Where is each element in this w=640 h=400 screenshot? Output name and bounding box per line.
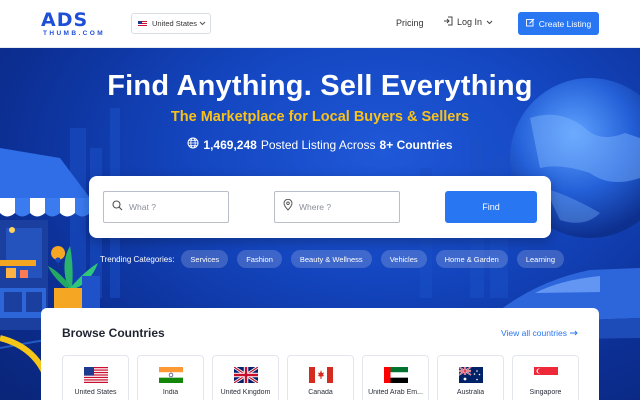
india-flag-icon	[158, 367, 183, 383]
country-card-canada[interactable]: Canada	[287, 355, 354, 400]
where-input[interactable]	[299, 202, 389, 212]
pricing-link[interactable]: Pricing	[396, 18, 424, 28]
login-label: Log In	[457, 17, 483, 27]
create-listing-label: Create Listing	[538, 18, 592, 29]
site-logo[interactable]: ADS THUMB.COM	[41, 9, 119, 38]
hero-subtitle: The Marketplace for Local Buyers & Selle…	[170, 109, 470, 125]
what-input[interactable]	[129, 202, 219, 212]
country-card-india[interactable]: India	[137, 355, 204, 400]
globe-icon	[187, 137, 199, 152]
trending-categories: Trending Categories: Services Fashion Be…	[100, 250, 573, 268]
view-all-label: View all countries	[501, 328, 567, 338]
country-name: Singapore	[529, 389, 562, 396]
trending-label: Trending Categories:	[100, 254, 175, 264]
logo-subtext: THUMB.COM	[43, 30, 106, 37]
stats-text: Posted Listing Across	[260, 137, 376, 152]
us-flag-icon	[138, 20, 147, 27]
country-card-singapore[interactable]: Singapore	[512, 355, 579, 400]
login-menu[interactable]: Log In	[443, 16, 493, 28]
country-name: Canada	[308, 389, 333, 396]
login-icon	[443, 16, 453, 28]
view-all-countries-link[interactable]: View all countries	[501, 328, 578, 338]
country-card-uae[interactable]: United Arab Em...	[362, 355, 429, 400]
uae-flag-icon	[383, 367, 408, 383]
singapore-flag-icon	[533, 367, 558, 383]
australia-flag-icon	[458, 367, 483, 383]
hero-title: Find Anything. Sell Everything	[107, 70, 533, 102]
category-chip-vehicles[interactable]: Vehicles	[380, 250, 427, 268]
category-chip-beauty-wellness[interactable]: Beauty & Wellness	[290, 250, 372, 268]
country-card-australia[interactable]: Australia	[437, 355, 504, 400]
category-chip-fashion[interactable]: Fashion	[237, 250, 282, 268]
country-name: India	[162, 389, 179, 396]
canada-flag-icon	[308, 367, 333, 383]
hero-stats: 1,469,248 Posted Listing Across 8+ Count…	[0, 137, 640, 152]
location-pin-icon	[283, 198, 293, 216]
country-selector-label: United States	[152, 19, 198, 28]
category-chip-home-garden[interactable]: Home & Garden	[435, 250, 508, 268]
country-name: United Kingdom	[220, 389, 271, 396]
logo-wordmark: ADS	[41, 9, 89, 31]
where-field[interactable]	[274, 191, 400, 223]
country-list: United States India United Kingdom Canad…	[62, 355, 579, 400]
country-selector[interactable]: United States	[131, 13, 211, 34]
site-header: ADS THUMB.COM United States Pricing Log …	[0, 0, 640, 48]
us-flag-icon	[83, 367, 108, 383]
uk-flag-icon	[233, 367, 258, 383]
category-chip-services[interactable]: Services	[181, 250, 229, 268]
listing-count: 1,469,248	[203, 137, 257, 152]
country-name: United States	[74, 389, 117, 396]
country-card-united-states[interactable]: United States	[62, 355, 129, 400]
find-button[interactable]: Find	[445, 191, 537, 223]
arrow-right-icon	[570, 328, 578, 338]
country-name: Australia	[456, 389, 485, 396]
create-listing-button[interactable]: Create Listing	[518, 12, 599, 35]
location-pin-illustration	[51, 246, 66, 270]
country-card-united-kingdom[interactable]: United Kingdom	[212, 355, 279, 400]
category-chip-learning[interactable]: Learning	[516, 250, 565, 268]
browse-countries-title: Browse Countries	[62, 326, 165, 340]
country-name: United Arab Em...	[368, 389, 423, 396]
search-card: Find	[89, 176, 551, 238]
country-count: 8+ Countries	[379, 137, 453, 152]
what-field[interactable]	[103, 191, 229, 223]
chevron-down-icon	[199, 21, 206, 26]
edit-icon	[525, 18, 535, 29]
search-icon	[112, 198, 123, 216]
browse-countries-section: Browse Countries View all countries Unit…	[41, 308, 599, 400]
chevron-down-icon	[486, 17, 493, 27]
